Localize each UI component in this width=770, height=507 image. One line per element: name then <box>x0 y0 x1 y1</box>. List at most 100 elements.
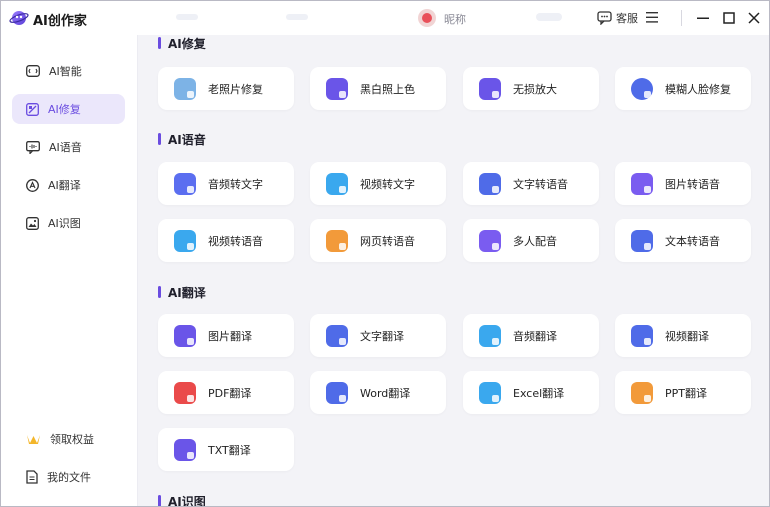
tool-card-audio-to-text[interactable]: 音频转文字 <box>158 162 294 205</box>
tool-card-excel-translate[interactable]: Excel翻译 <box>463 371 599 414</box>
upscale-icon <box>479 77 501 100</box>
tool-card-label: TXT翻译 <box>208 443 251 457</box>
voice-message-icon <box>26 140 40 154</box>
tool-card-lossless-upscale[interactable]: 无损放大 <box>463 67 599 110</box>
multi-voice-icon <box>479 229 501 252</box>
tool-card-label: 音频翻译 <box>513 329 557 343</box>
nickname[interactable]: 昵称 <box>444 11 466 27</box>
section-title-ai-voice: AI语音 <box>158 131 206 147</box>
tool-card-word-translate[interactable]: Word翻译 <box>310 371 446 414</box>
tool-card-label: 老照片修复 <box>208 82 263 96</box>
colorize-icon <box>326 77 348 100</box>
tool-card-image-to-speech[interactable]: 图片转语音 <box>615 162 751 205</box>
sidebar: AI智能 AI修复 AI语音 AI翻译 AI识图 领取权益 我的文件 <box>1 35 138 506</box>
tool-card-old-photo-repair[interactable]: 老照片修复 <box>158 67 294 110</box>
customer-service-button[interactable]: 客服 <box>597 10 638 26</box>
tool-card-image-translate[interactable]: 图片翻译 <box>158 314 294 357</box>
tool-card-label: PPT翻译 <box>665 386 707 400</box>
tool-card-face-restore[interactable]: 模糊人脸修复 <box>615 67 751 110</box>
sidebar-item-ai-image-recognition[interactable]: AI识图 <box>12 208 125 238</box>
vip-crown-icon <box>27 435 40 444</box>
sidebar-item-ai-voice[interactable]: AI语音 <box>12 132 125 162</box>
sidebar-item-label: AI语音 <box>49 141 82 154</box>
tool-card-text-translate[interactable]: 文字翻译 <box>310 314 446 357</box>
tool-card-label: 视频转文字 <box>360 177 415 191</box>
sidebar-item-ai-translate[interactable]: AI翻译 <box>12 170 125 200</box>
titlebar-separator <box>681 10 682 26</box>
translate-icon <box>26 178 39 192</box>
sidebar-item-my-files[interactable]: 我的文件 <box>12 462 125 492</box>
avatar-image <box>422 13 432 23</box>
image-recognition-icon <box>26 216 39 230</box>
tool-card-label: 视频翻译 <box>665 329 709 343</box>
minimize-icon <box>697 17 709 19</box>
titlebar-decoration <box>176 14 198 20</box>
tool-card-label: Excel翻译 <box>513 386 565 400</box>
video-translate-icon <box>631 324 653 347</box>
pdf-translate-icon <box>174 381 196 404</box>
ai-chat-icon <box>26 65 40 77</box>
tool-card-webpage-to-speech[interactable]: 网页转语音 <box>310 219 446 262</box>
sidebar-item-ai-smart[interactable]: AI智能 <box>12 56 125 86</box>
close-button[interactable] <box>746 10 762 26</box>
image-edit-icon <box>26 102 39 116</box>
sidebar-item-ai-repair[interactable]: AI修复 <box>12 94 125 124</box>
video-to-speech-icon <box>174 229 196 252</box>
webpage-to-speech-icon <box>326 229 348 252</box>
maximize-button[interactable] <box>721 10 737 26</box>
tool-card-label: 多人配音 <box>513 234 557 248</box>
sidebar-item-label: 我的文件 <box>47 471 91 484</box>
app-window: AI创作家 昵称 客服 AI智能 AI修复 AI语音 AI翻译 AI识图 领取权… <box>0 0 770 507</box>
tool-card-colorize[interactable]: 黑白照上色 <box>310 67 446 110</box>
tool-card-ppt-translate[interactable]: PPT翻译 <box>615 371 751 414</box>
tool-card-multi-voice[interactable]: 多人配音 <box>463 219 599 262</box>
tool-card-video-translate[interactable]: 视频翻译 <box>615 314 751 357</box>
titlebar-decoration <box>536 13 562 21</box>
sidebar-item-label: AI翻译 <box>48 179 81 192</box>
tool-card-label: 文字翻译 <box>360 329 404 343</box>
tool-card-txt-translate[interactable]: TXT翻译 <box>158 428 294 471</box>
tool-card-label: 文本转语音 <box>665 234 720 248</box>
text-to-speech-icon <box>479 172 501 195</box>
tool-card-label: 黑白照上色 <box>360 82 415 96</box>
minimize-button[interactable] <box>695 10 711 26</box>
tool-card-label: Word翻译 <box>360 386 411 400</box>
sidebar-item-label: AI识图 <box>48 217 81 230</box>
tool-card-document-to-speech[interactable]: 文本转语音 <box>615 219 751 262</box>
text-translate-icon <box>326 324 348 347</box>
tool-card-label: 无损放大 <box>513 82 557 96</box>
main-content: AI修复 老照片修复 黑白照上色 无损放大 模糊人脸修复 AI语音 音频转文字 … <box>138 35 769 506</box>
tool-card-label: 模糊人脸修复 <box>665 82 731 96</box>
tool-card-audio-translate[interactable]: 音频翻译 <box>463 314 599 357</box>
menu-icon[interactable] <box>646 12 658 23</box>
title-bar: AI创作家 昵称 客服 <box>1 1 769 35</box>
audio-translate-icon <box>479 324 501 347</box>
sidebar-item-label: AI智能 <box>49 65 82 78</box>
tool-card-label: 视频转语音 <box>208 234 263 248</box>
tool-card-label: 音频转文字 <box>208 177 263 191</box>
tool-card-video-to-speech[interactable]: 视频转语音 <box>158 219 294 262</box>
tool-card-label: 网页转语音 <box>360 234 415 248</box>
tool-card-video-to-text[interactable]: 视频转文字 <box>310 162 446 205</box>
section-title-ai-repair: AI修复 <box>158 35 206 51</box>
txt-translate-icon <box>174 438 196 461</box>
chat-bubble-icon <box>597 11 612 25</box>
excel-translate-icon <box>479 381 501 404</box>
app-title: AI创作家 <box>33 14 87 29</box>
customer-service-label: 客服 <box>616 12 638 25</box>
avatar[interactable] <box>418 9 436 27</box>
ppt-translate-icon <box>631 381 653 404</box>
face-restore-icon <box>631 77 653 100</box>
app-logo-icon <box>9 11 29 25</box>
audio-to-text-icon <box>174 172 196 195</box>
video-to-text-icon <box>326 172 348 195</box>
tool-card-label: 文字转语音 <box>513 177 568 191</box>
tool-card-pdf-translate[interactable]: PDF翻译 <box>158 371 294 414</box>
tool-card-label: 图片转语音 <box>665 177 720 191</box>
tool-card-label: PDF翻译 <box>208 386 252 400</box>
tool-card-text-to-speech[interactable]: 文字转语音 <box>463 162 599 205</box>
sidebar-item-label: AI修复 <box>48 103 81 116</box>
document-to-speech-icon <box>631 229 653 252</box>
tool-card-label: 图片翻译 <box>208 329 252 343</box>
sidebar-item-claim-benefits[interactable]: 领取权益 <box>12 424 125 454</box>
